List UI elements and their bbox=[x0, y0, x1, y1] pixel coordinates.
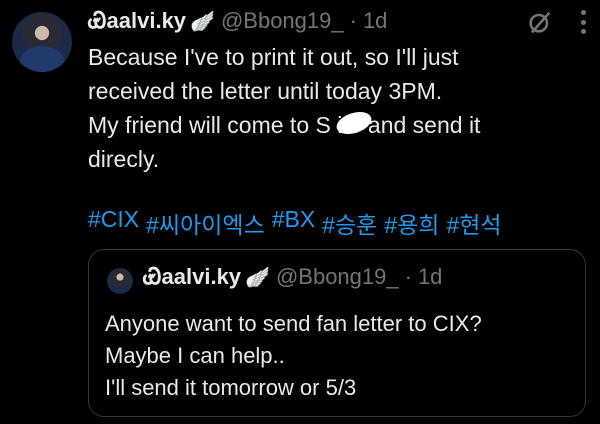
quoted-author-handle[interactable]: @Bbong19_ bbox=[276, 264, 399, 290]
grok-icon[interactable] bbox=[526, 8, 554, 36]
hashtag-link[interactable]: #현석 bbox=[446, 206, 501, 240]
quoted-tweet[interactable]: Ꮿaalvi.ky 🪽 @Bbong19_ · 1d Anyone want t… bbox=[88, 249, 586, 417]
quoted-author-name-text[interactable]: Ꮿaalvi.ky bbox=[143, 264, 241, 290]
author-handle[interactable]: @Bbong19_ bbox=[221, 8, 344, 34]
separator-dot: · bbox=[404, 264, 412, 289]
separator-dot: · bbox=[349, 8, 357, 33]
quoted-tweet-body: Anyone want to send fan letter to CIX? M… bbox=[105, 311, 482, 400]
author-avatar[interactable] bbox=[12, 12, 72, 72]
hashtag-link[interactable]: #승훈 bbox=[322, 206, 377, 240]
quoted-tweet-header: Ꮿaalvi.ky 🪽 @Bbong19_ · 1d bbox=[143, 264, 442, 290]
more-icon[interactable] bbox=[580, 10, 586, 34]
quoted-tweet-timestamp[interactable]: 1d bbox=[418, 264, 442, 290]
quoted-author-name[interactable]: Ꮿaalvi.ky 🪽 bbox=[143, 264, 270, 290]
author-name-text[interactable]: Ꮿaalvi.ky bbox=[88, 8, 186, 34]
tweet-timestamp[interactable]: 1d bbox=[363, 8, 387, 34]
tweet-actions-top bbox=[526, 8, 586, 36]
tweet-body: Because I've to print it out, so I'll ju… bbox=[88, 44, 481, 172]
hashtag-link[interactable]: #용희 bbox=[384, 206, 439, 240]
wing-icon: 🪽 bbox=[245, 266, 270, 289]
quoted-author-avatar[interactable] bbox=[107, 268, 133, 294]
hashtag-link[interactable]: #씨아이엑스 bbox=[146, 206, 265, 240]
hashtag-link[interactable]: #CIX bbox=[88, 206, 139, 240]
hashtag-list: #CIX #씨아이엑스 #BX #승훈 #용희 #현석 bbox=[88, 206, 502, 240]
wing-icon: 🪽 bbox=[190, 10, 215, 33]
hashtag-link[interactable]: #BX bbox=[272, 206, 315, 240]
author-name[interactable]: Ꮿaalvi.ky 🪽 bbox=[88, 8, 215, 34]
tweet-header: Ꮿaalvi.ky 🪽 @Bbong19_ · 1d bbox=[88, 6, 387, 36]
